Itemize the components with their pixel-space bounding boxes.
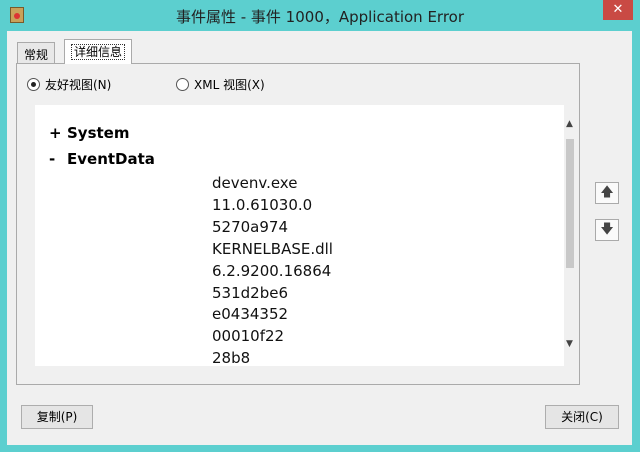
scroll-up-icon[interactable]: ▲ — [566, 119, 573, 129]
scrollbar-thumb[interactable] — [566, 139, 574, 268]
details-panel: 友好视图(N) XML 视图(X) + System - EventData dev… — [16, 63, 580, 385]
eventdata-value: e0434352 — [212, 305, 289, 324]
eventdata-values: devenv.exe 11.0.61030.0 5270a974 KERNELBASE… — [212, 173, 333, 366]
tab-details-label: 详细信息 — [71, 44, 126, 60]
eventdata-value: 6.2.9200.16864 — [212, 261, 332, 280]
scroll-down-icon[interactable]: ▼ — [566, 339, 573, 349]
event-properties-window: 事件属性 - 事件 1000，Application Error ✕ 常规 详细… — [0, 0, 640, 452]
node-label: EventData — [67, 150, 155, 168]
expand-icon[interactable]: + — [49, 124, 67, 142]
eventdata-value: 5270a974 — [212, 217, 288, 236]
eventdata-value: devenv.exe — [212, 174, 298, 192]
eventdata-value: 00010f22 — [212, 327, 285, 346]
event-details-view: + System - EventData devenv.exe 11.0.61030.… — [35, 105, 564, 366]
tab-details[interactable]: 详细信息 — [64, 39, 133, 64]
close-button[interactable]: 关闭(C) — [545, 405, 619, 429]
next-event-button[interactable]: 🡇 — [595, 219, 619, 241]
friendly-view-label: 友好视图(N) — [45, 78, 112, 92]
friendly-view-radio[interactable]: 友好视图(N) — [27, 76, 111, 93]
eventdata-value: KERNELBASE.dll — [212, 239, 333, 258]
previous-event-button[interactable]: 🡅 — [595, 182, 619, 204]
dialog-client: 常规 详细信息 友好视图(N) XML 视图(X) + System - Event… — [7, 31, 632, 445]
eventdata-value: 11.0.61030.0 — [212, 195, 313, 214]
xml-view-label: XML 视图(X) — [194, 78, 265, 92]
tree-node-eventdata[interactable]: - EventData — [49, 150, 155, 168]
eventdata-value: 531d2be6 — [212, 283, 288, 302]
eventdata-value: 28b8 — [212, 349, 251, 366]
radio-checked-icon — [27, 78, 40, 91]
close-window-button[interactable]: ✕ — [603, 0, 633, 20]
node-label: System — [67, 124, 130, 142]
window-title: 事件属性 - 事件 1000，Application Error — [175, 8, 465, 26]
xml-view-radio[interactable]: XML 视图(X) — [176, 76, 265, 93]
tree-node-system[interactable]: + System — [49, 124, 129, 142]
radio-unchecked-icon — [176, 78, 189, 91]
vertical-scrollbar[interactable]: ▲ ▼ — [564, 105, 576, 366]
title-bar: 事件属性 - 事件 1000，Application Error ✕ — [0, 0, 640, 31]
collapse-icon[interactable]: - — [49, 150, 67, 168]
copy-button[interactable]: 复制(P) — [21, 405, 93, 429]
tab-general[interactable]: 常规 — [17, 42, 56, 63]
